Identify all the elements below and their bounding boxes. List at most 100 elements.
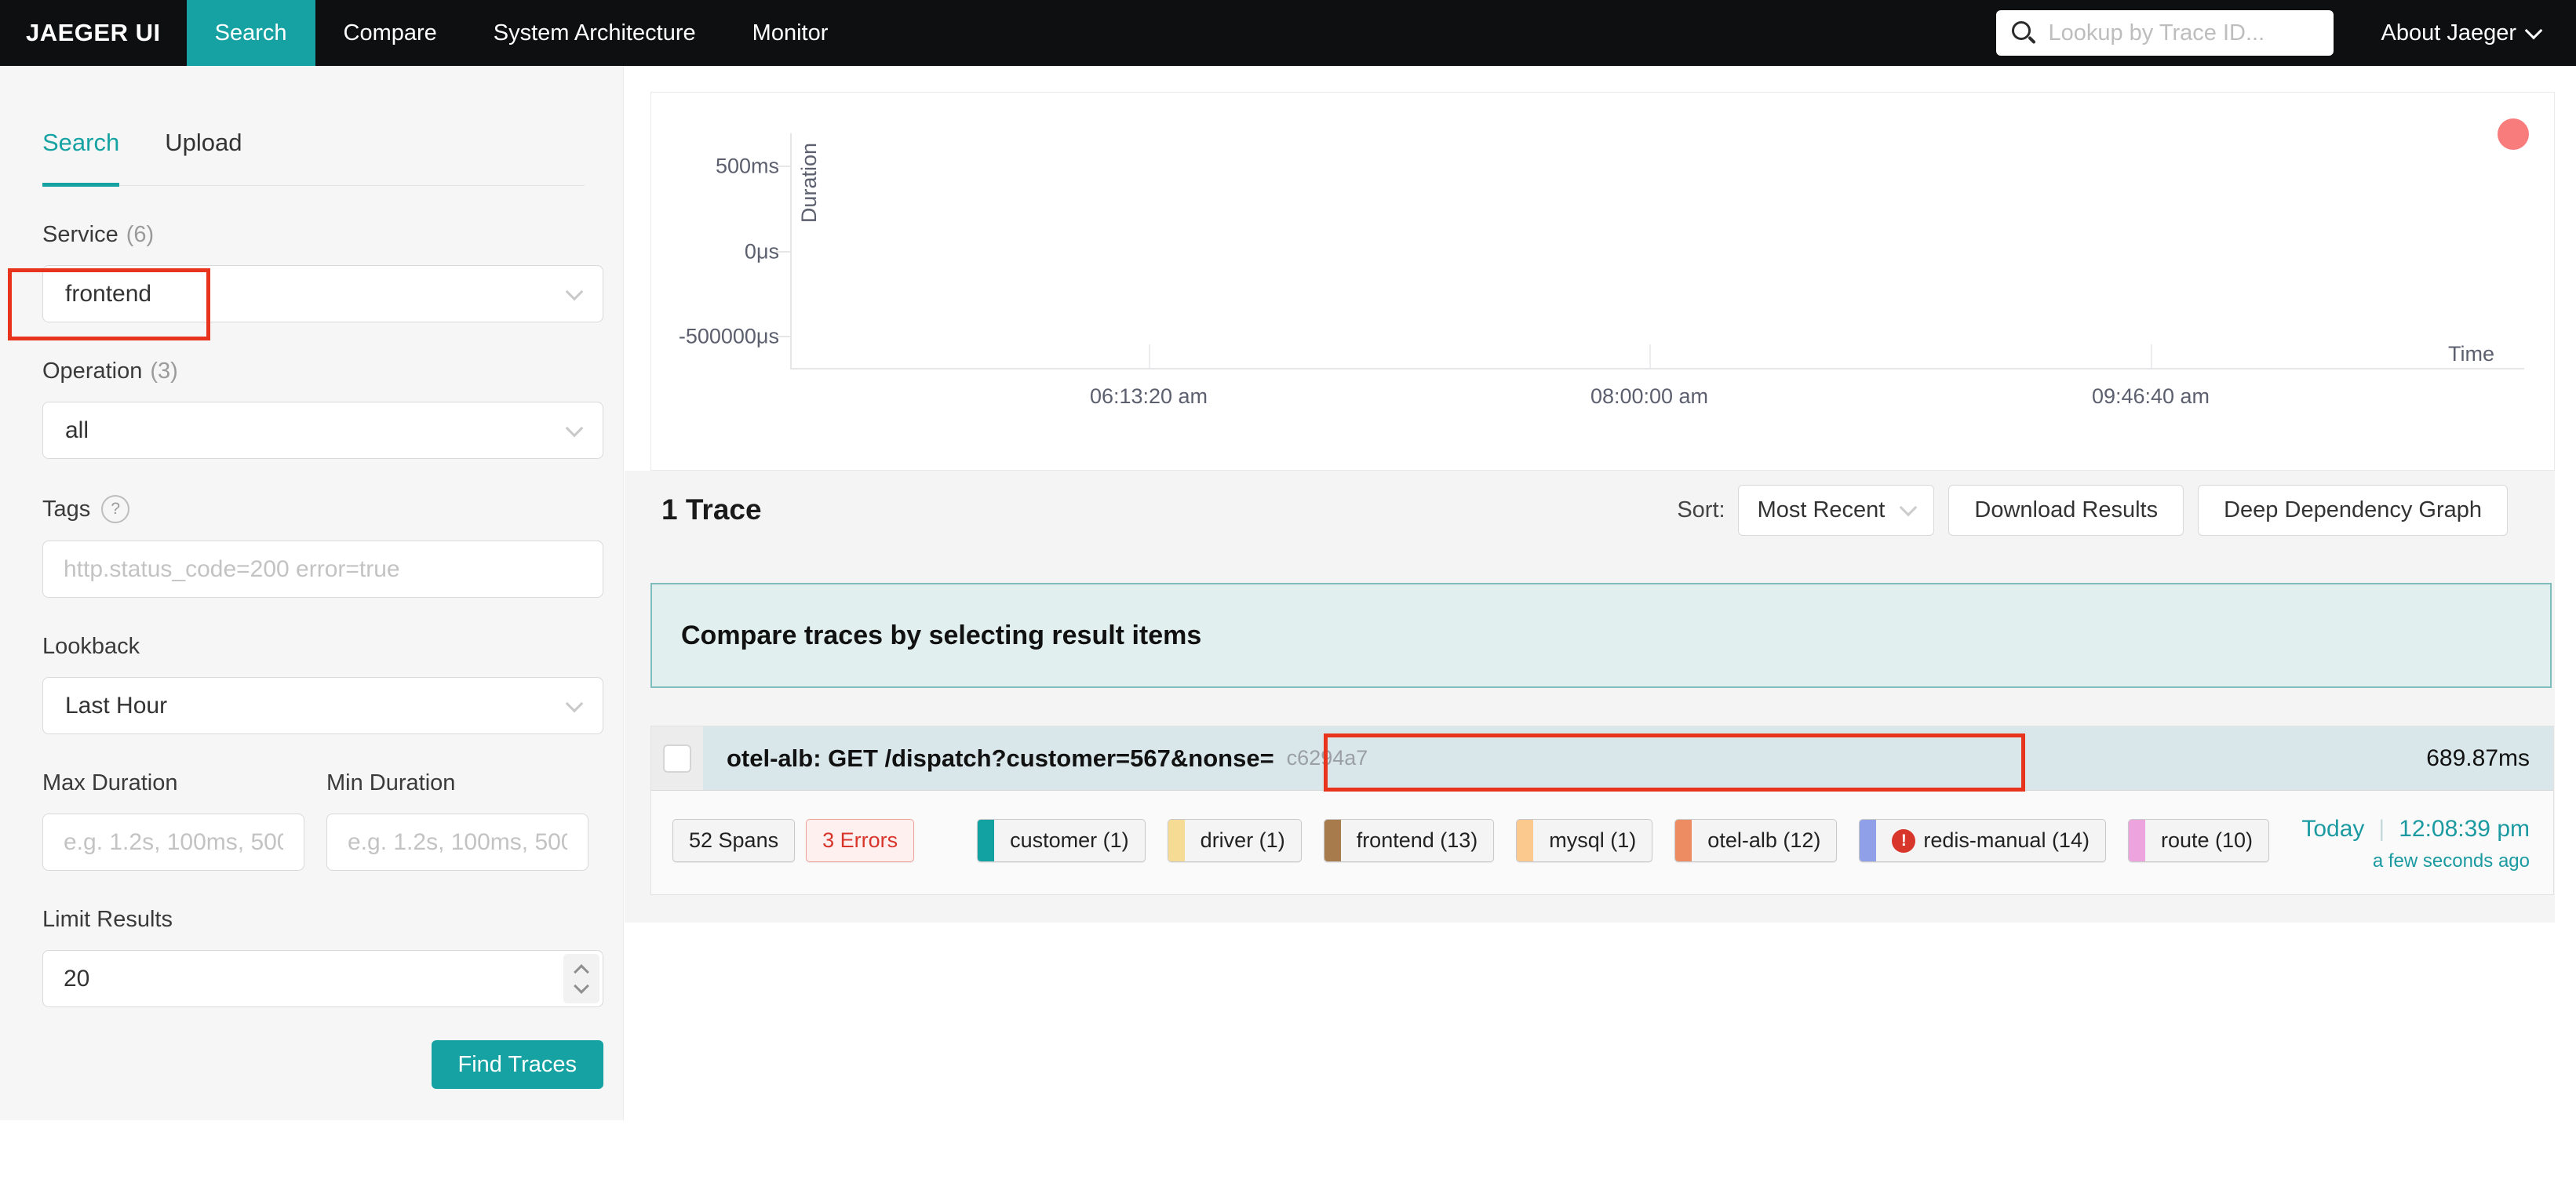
nav-tab-compare[interactable]: Compare <box>315 0 465 66</box>
search-sidebar: Search Upload Service (6) frontend Opera… <box>0 66 624 1120</box>
service-tag-label: customer (1) <box>1010 828 1129 852</box>
chevron-down-icon <box>2524 21 2543 40</box>
sort-value: Most Recent <box>1757 497 1886 522</box>
help-icon[interactable]: ? <box>101 495 130 523</box>
operation-value: all <box>65 417 89 443</box>
sort-select[interactable]: Most Recent <box>1737 484 1935 536</box>
lookback-value: Last Hour <box>65 692 168 719</box>
service-tag-label: ! redis-manual (14) <box>1876 820 2105 861</box>
service-color-bar <box>1517 820 1534 861</box>
service-select[interactable]: frontend <box>42 265 603 322</box>
trace-select-checkbox[interactable] <box>663 744 691 773</box>
nav-tab-system-architecture[interactable]: System Architecture <box>465 0 724 66</box>
main-content: Duration 500ms 0μs -500000μs 06:13:20 am… <box>625 66 2576 1183</box>
service-tag-driver: driver (1) <box>1167 819 1302 862</box>
trace-title: otel-alb: GET /dispatch?customer=567&non… <box>727 744 1274 772</box>
download-results-button[interactable]: Download Results <box>1948 484 2184 536</box>
service-tag-frontend: frontend (13) <box>1323 819 1495 862</box>
lookback-select[interactable]: Last Hour <box>42 677 603 734</box>
trace-data-point[interactable] <box>2498 118 2529 150</box>
trace-duration: 689.87ms <box>2426 744 2530 771</box>
max-duration-input[interactable] <box>42 814 304 871</box>
max-duration-group: Max Duration <box>42 770 304 871</box>
service-tag-customer: customer (1) <box>977 819 1146 862</box>
x-tick-label: 09:46:40 am <box>2091 384 2210 408</box>
x-tick-mark <box>1149 344 1150 368</box>
limit-results-input[interactable] <box>42 950 603 1007</box>
service-tag-redis-manual: ! redis-manual (14) <box>1859 819 2106 862</box>
find-traces-button[interactable]: Find Traces <box>431 1040 603 1089</box>
service-tag-label: route (10) <box>2160 828 2254 852</box>
chevron-down-icon[interactable] <box>574 977 589 994</box>
trace-timestamp: Today | 12:08:39 pm a few seconds ago <box>2301 816 2530 872</box>
tab-search[interactable]: Search <box>42 129 120 187</box>
search-results-section: 1 Trace Sort: Most Recent Download Resul… <box>625 471 2555 923</box>
x-tick-label: 06:13:20 am <box>1089 384 1208 408</box>
compare-banner-text: Compare traces by selecting result items <box>681 620 1202 650</box>
results-header: 1 Trace Sort: Most Recent Download Resul… <box>625 471 2555 549</box>
about-jaeger-menu[interactable]: About Jaeger <box>2381 0 2543 66</box>
service-color-bar <box>1168 820 1185 861</box>
y-tick-label: -500000μs <box>678 324 779 348</box>
x-tick-mark <box>1649 344 1651 368</box>
chevron-down-icon <box>1900 498 1918 517</box>
tags-label: Tags <box>42 496 91 522</box>
tags-input[interactable] <box>42 541 603 598</box>
operation-group: Operation (3) all <box>42 359 603 459</box>
operation-select[interactable]: all <box>42 402 603 459</box>
trace-title-link[interactable]: otel-alb: GET /dispatch?customer=567&non… <box>703 726 2553 790</box>
sidebar-tabs: Search Upload <box>42 129 585 187</box>
timestamp-divider: | <box>2378 816 2385 842</box>
y-tick-label: 500ms <box>715 154 779 178</box>
nav-tab-search[interactable]: Search <box>186 0 315 66</box>
service-tag-otel-alb: otel-alb (12) <box>1674 819 1838 862</box>
max-duration-label: Max Duration <box>42 770 178 795</box>
x-axis-label: Time <box>2448 342 2494 366</box>
trace-result-card: otel-alb: GET /dispatch?customer=567&non… <box>650 726 2554 895</box>
service-tag-label: otel-alb (12) <box>1707 828 1821 852</box>
min-duration-label: Min Duration <box>326 770 456 795</box>
min-duration-input[interactable] <box>326 814 588 871</box>
operation-count: (3) <box>150 359 178 384</box>
limit-results-group: Limit Results <box>42 907 603 1007</box>
service-tag-label: frontend (13) <box>1356 828 1478 852</box>
x-tick-mark <box>2151 344 2152 368</box>
trace-lookup-input[interactable] <box>2046 19 2309 47</box>
x-axis-line <box>790 368 2524 369</box>
about-jaeger-label: About Jaeger <box>2381 20 2516 46</box>
top-navbar: JAEGER UI Search Compare System Architec… <box>0 0 2576 66</box>
tags-group: Tags ? <box>42 495 603 598</box>
nav-tab-monitor[interactable]: Monitor <box>724 0 857 66</box>
trace-date: Today <box>2301 816 2365 842</box>
number-stepper[interactable] <box>563 954 599 1003</box>
trace-id: c6294a7 <box>1286 746 1368 770</box>
chevron-down-icon <box>565 419 584 437</box>
trace-lookup-box[interactable] <box>1996 10 2334 56</box>
operation-label: Operation <box>42 359 143 384</box>
service-group: Service (6) frontend <box>42 222 603 322</box>
service-tag-label: driver (1) <box>1200 828 1285 852</box>
chevron-up-icon[interactable] <box>574 963 589 980</box>
chevron-down-icon <box>565 282 584 300</box>
service-color-bar <box>1860 820 1877 861</box>
service-color-bar <box>2128 820 2145 861</box>
y-axis-line <box>790 133 792 368</box>
search-icon <box>2012 21 2037 45</box>
chevron-down-icon <box>565 694 584 712</box>
duration-scatterplot: Duration 500ms 0μs -500000μs 06:13:20 am… <box>650 92 2555 471</box>
limit-results-label: Limit Results <box>42 907 173 932</box>
x-tick-label: 08:00:00 am <box>1590 384 1709 408</box>
spans-badge: 52 Spans <box>672 819 796 862</box>
y-axis-label: Duration <box>797 143 821 224</box>
trace-relative-time: a few seconds ago <box>2372 850 2530 872</box>
compare-banner: Compare traces by selecting result items <box>650 583 2552 688</box>
lookback-group: Lookback Last Hour <box>42 634 603 734</box>
trace-result-header[interactable]: otel-alb: GET /dispatch?customer=567&non… <box>651 726 2553 791</box>
errors-badge: 3 Errors <box>806 819 915 862</box>
y-tick-label: 0μs <box>744 239 779 264</box>
app-logo: JAEGER UI <box>26 19 161 46</box>
service-tag-label: mysql (1) <box>1549 828 1637 852</box>
deep-dependency-graph-button[interactable]: Deep Dependency Graph <box>2198 484 2508 536</box>
tab-upload[interactable]: Upload <box>165 129 242 185</box>
min-duration-group: Min Duration <box>326 770 588 871</box>
